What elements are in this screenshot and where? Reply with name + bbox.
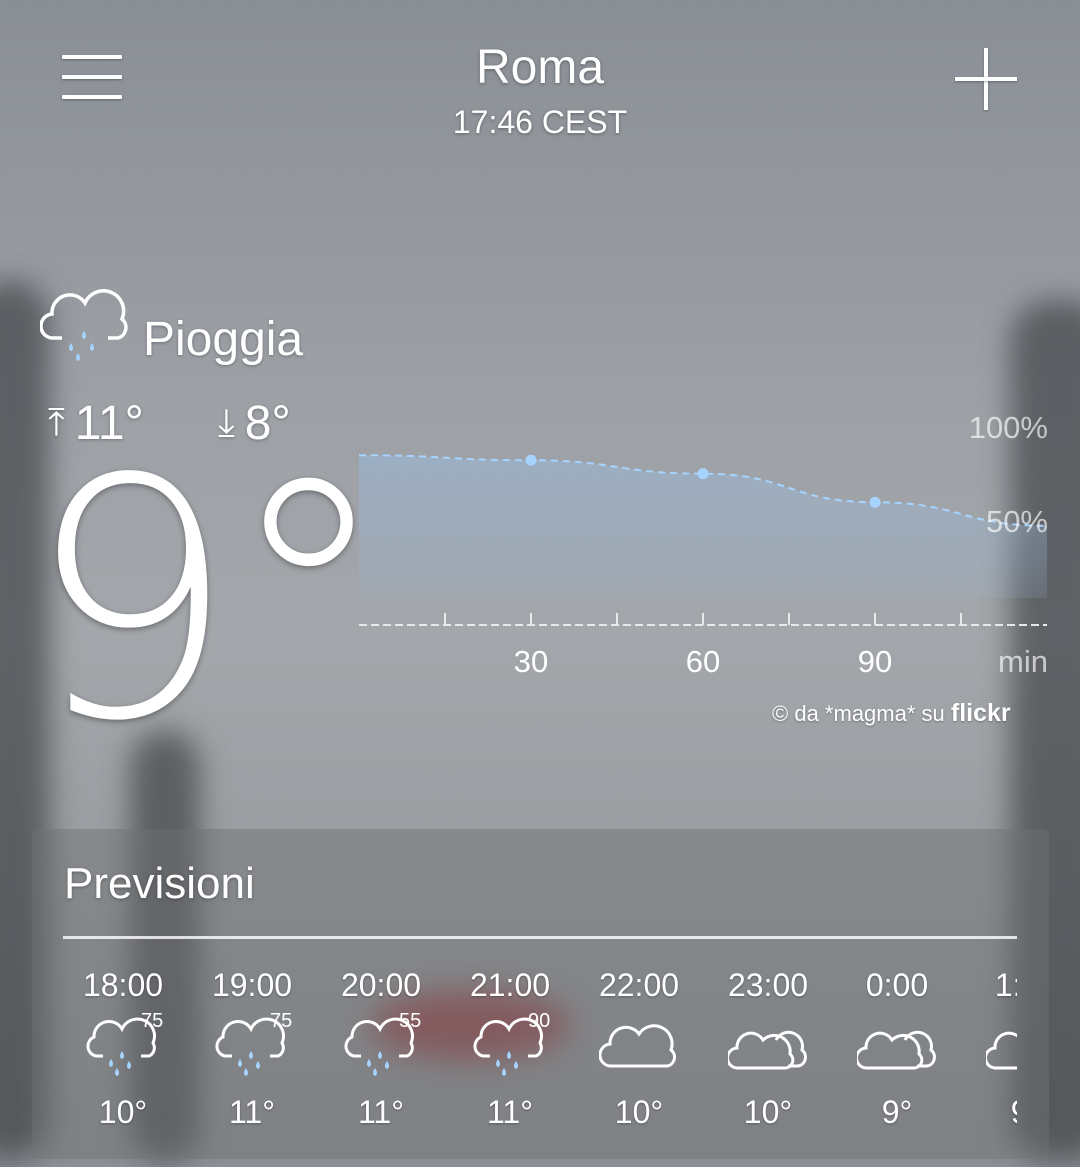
clouds-icon [726, 1016, 808, 1076]
hourly-item[interactable]: 23:00 10° [703, 967, 833, 1131]
x-tick-label: 30 [514, 644, 548, 679]
hour-time: 23:00 [727, 967, 809, 1003]
clouds-icon [855, 1016, 937, 1076]
local-time: 17:46 CEST [452, 104, 628, 140]
rain-cloud-icon: 55 [341, 1010, 421, 1076]
hourly-forecast-list[interactable]: 18:00 75 10° 19:00 75 11° 20:00 55 11° 21:00 90 11°… [32, 967, 1017, 1167]
precip-point [697, 468, 709, 480]
hour-temp: 10° [98, 1094, 148, 1130]
y-tick-label: 100% [969, 410, 1048, 445]
hour-temp: 11° [357, 1094, 404, 1130]
hour-time: 22:00 [598, 967, 680, 1003]
flickr-logo: flickr [950, 699, 1011, 727]
precip-chance: 75 [141, 1010, 164, 1032]
clouds-icon [984, 1016, 1017, 1076]
divider [63, 936, 1017, 939]
rain-cloud-icon: 75 [83, 1010, 163, 1076]
precip-point [525, 454, 537, 466]
city-name: Roma [475, 41, 605, 94]
hourly-item[interactable]: 21:00 90 11° [445, 967, 575, 1131]
hour-temp: 11° [486, 1094, 533, 1130]
hourly-item[interactable]: 18:00 75 10° [58, 967, 188, 1131]
current-temperature: 9° [26, 409, 391, 793]
hourly-item[interactable]: 20:00 55 11° [316, 967, 446, 1131]
precip-point [869, 496, 881, 508]
hourly-item[interactable]: 1:00 9° [961, 967, 1017, 1131]
x-unit-label: min [998, 644, 1048, 679]
hourly-item[interactable]: 22:00 10° [574, 967, 704, 1131]
hour-temp: 10° [743, 1094, 793, 1130]
x-tick-label: 60 [686, 644, 720, 679]
hour-time: 20:00 [340, 967, 422, 1003]
hour-temp: 11° [228, 1094, 275, 1130]
photo-credit[interactable]: © da *magma* su flickr [772, 699, 1011, 728]
precip-chance: 55 [399, 1010, 422, 1032]
add-location-button[interactable] [955, 48, 1017, 110]
hour-time: 21:00 [469, 967, 551, 1003]
condition-label: Pioggia [143, 313, 304, 366]
hour-temp: 9° [881, 1094, 913, 1130]
hourly-item[interactable]: 19:00 75 11° [187, 967, 317, 1131]
precip-chance: 75 [270, 1010, 293, 1032]
x-tick-label: 90 [858, 644, 892, 679]
rain-cloud-icon: 90 [470, 1010, 550, 1076]
hour-time: 0:00 [865, 967, 929, 1003]
hour-time: 19:00 [211, 967, 293, 1003]
forecast-title: Previsioni [64, 859, 255, 908]
hourly-item[interactable]: 0:00 9° [832, 967, 962, 1131]
cloud-icon [598, 1016, 679, 1076]
rain-cloud-icon [39, 283, 130, 367]
hour-time: 1:00 [994, 967, 1017, 1003]
y-tick-label: 50% [986, 504, 1048, 539]
hour-temp: 10° [614, 1094, 664, 1130]
rain-cloud-icon: 75 [212, 1010, 292, 1076]
precipitation-chart: 100% 50% 30 60 90 min [340, 400, 1060, 700]
precip-chance: 90 [528, 1010, 551, 1032]
hour-time: 18:00 [82, 967, 164, 1003]
forecast-panel: Previsioni 18:00 75 10° 19:00 75 11° 20:00 55 11… [32, 829, 1049, 1159]
hour-temp: 9° [961, 1094, 1017, 1131]
top-bar: Roma 17:46 CEST [0, 0, 1080, 160]
